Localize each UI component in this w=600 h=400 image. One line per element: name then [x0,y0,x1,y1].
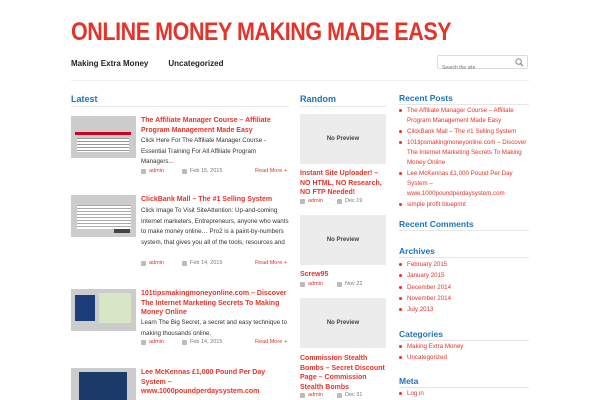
random-post-date: Dec 19 [344,198,363,204]
random-post-meta: admin Dec 19 [300,198,362,204]
recent-posts-list: The Affiliate Manager Course – Affiliate… [399,106,529,211]
post-title[interactable]: Lee McKennas £1,000 Pound Per Day System… [141,368,289,397]
calendar-icon [336,392,342,398]
random-post-meta: admin Dec 31 [300,392,362,398]
latest-post: The Affiliate Manager Course – Affiliate… [71,116,289,180]
post-meta: admin Feb 14, 2015 [141,260,222,266]
post-date: Feb 14, 2015 [189,339,223,345]
archives-heading: Archives [399,246,435,256]
user-icon [141,168,146,174]
random-heading-underline [300,106,386,107]
calendar-icon [181,260,187,266]
recent-post-link[interactable]: 101tipsmakingmoneyonline.com – Discover … [399,138,529,167]
login-link[interactable]: Log in [399,389,529,399]
user-icon [300,392,305,398]
post-thumbnail[interactable] [71,289,136,331]
read-more-link[interactable]: Read More + [255,339,287,345]
random-post-meta: admin Nov 22 [300,281,362,287]
calendar-icon [336,281,342,287]
read-more-link[interactable]: Read More + [255,260,287,266]
archive-link[interactable]: February 2015 [399,260,529,270]
random-post-title[interactable]: Instant Site Uploader! – NO HTML, NO Res… [300,169,390,198]
nav-item-making-extra-money[interactable]: Making Extra Money [71,59,148,68]
nav-item-uncategorized[interactable]: Uncategorized [168,59,223,68]
post-meta: admin Feb 15, 2015 [141,168,222,174]
category-link[interactable]: Uncategorized [399,353,529,363]
post-thumbnail[interactable] [71,368,136,400]
recent-posts-heading: Recent Posts [399,93,453,103]
calendar-icon [336,198,342,204]
no-preview-thumbnail[interactable]: No Preview [300,298,386,348]
latest-post: Lee McKennas £1,000 Pound Per Day System… [71,368,289,400]
categories-heading: Categories [399,329,443,339]
categories-list: Making Extra Money Uncategorized [399,342,529,365]
user-icon [141,260,146,266]
post-thumbnail[interactable] [71,116,136,158]
post-author[interactable]: admin [149,339,164,345]
latest-post: 101tipsmakingmoneyonline.com – Discover … [71,289,289,349]
recent-post-link[interactable]: simple profit blueprint [399,200,529,210]
random-post-date: Nov 22 [344,281,363,287]
post-date: Feb 15, 2015 [189,168,223,174]
categories-underline [399,340,529,341]
recent-comments-heading: Recent Comments [399,219,474,229]
random-post-author[interactable]: admin [308,392,323,398]
header-divider [71,80,529,81]
recent-post-link[interactable]: ClickBank Mall – The #1 Selling System [399,127,529,137]
post-author[interactable]: admin [149,168,164,174]
recent-post-link[interactable]: Lee McKennas £1,000 Pound Per Day System… [399,169,529,198]
recent-posts-underline [399,104,529,105]
post-excerpt: Click Image To Visit SiteAttention: Up-a… [141,207,289,246]
recent-post-link[interactable]: The Affiliate Manager Course – Affiliate… [399,106,529,126]
latest-heading-underline [71,106,289,107]
random-post-date: Dec 31 [344,392,363,398]
random-post-title[interactable]: Commission Stealth Bombs – Secret Discou… [300,354,390,392]
user-icon [300,281,305,287]
meta-underline [399,387,529,388]
post-date: Feb 14, 2015 [189,260,223,266]
search-box [437,55,528,74]
calendar-icon [181,168,187,174]
search-input[interactable] [438,62,512,74]
calendar-icon [181,339,187,345]
random-post-author[interactable]: admin [308,198,323,204]
category-link[interactable]: Making Extra Money [399,342,529,352]
post-excerpt: Click Here For The Affiliate Manager Cou… [141,137,266,165]
latest-heading: Latest [71,94,98,104]
no-preview-thumbnail[interactable]: No Preview [300,215,386,265]
archives-list: February 2015 January 2015 December 2014… [399,260,529,316]
user-icon [300,198,305,204]
archive-link[interactable]: January 2015 [399,271,529,281]
main-nav: Making Extra Money Uncategorized [71,59,223,68]
no-preview-thumbnail[interactable]: No Preview [300,114,386,164]
post-title[interactable]: ClickBank Mall – The #1 Selling System [141,195,289,205]
user-icon [141,339,146,345]
read-more-link[interactable]: Read More + [255,168,287,174]
post-meta: admin Feb 14, 2015 [141,339,222,345]
post-author[interactable]: admin [149,260,164,266]
search-icon[interactable] [515,58,524,67]
latest-post: ClickBank Mall – The #1 Selling System C… [71,195,289,270]
archive-link[interactable]: July 2013 [399,305,529,315]
site-title[interactable]: ONLINE MONEY MAKING MADE EASY [71,18,452,47]
archives-underline [399,257,529,258]
post-thumbnail[interactable] [71,195,136,237]
meta-heading: Meta [399,376,419,386]
post-title[interactable]: The Affiliate Manager Course – Affiliate… [141,116,289,135]
post-title[interactable]: 101tipsmakingmoneyonline.com – Discover … [141,289,289,318]
random-heading: Random [300,94,336,104]
random-post-title[interactable]: Screw95 [300,270,390,280]
recent-comments-underline [399,230,529,231]
random-post-author[interactable]: admin [308,281,323,287]
archive-link[interactable]: December 2014 [399,283,529,293]
post-excerpt: Learn The Big Secret, a secret and easy … [141,319,288,337]
archive-link[interactable]: November 2014 [399,294,529,304]
meta-list: Log in [399,389,529,400]
